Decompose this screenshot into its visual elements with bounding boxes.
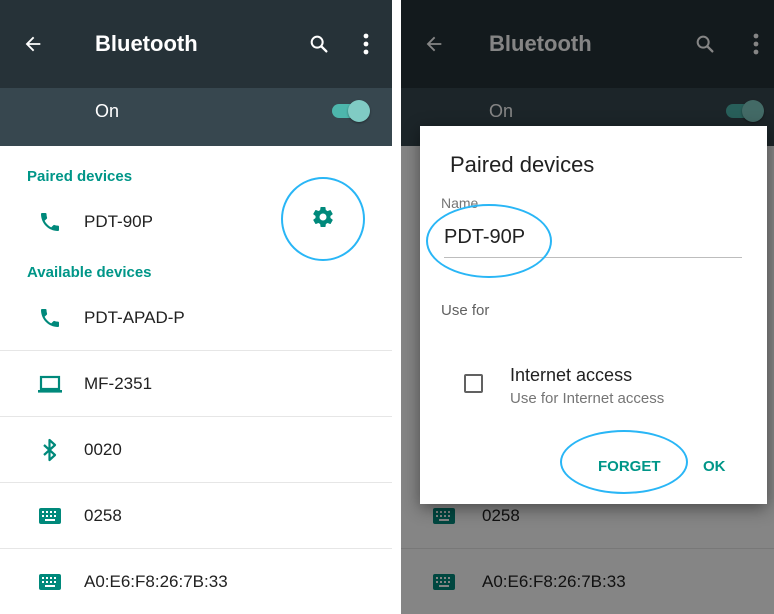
page-title: Bluetooth	[95, 31, 198, 56]
arrow-back-icon[interactable]	[18, 29, 48, 59]
laptop-icon	[36, 370, 64, 398]
keyboard-icon	[36, 502, 64, 530]
available-devices-header: Available devices	[27, 264, 152, 281]
available-device-row[interactable]: A0:E6:F8:26:7B:33	[0, 549, 392, 614]
internet-access-subtitle: Use for Internet access	[510, 390, 665, 407]
phone-icon	[36, 208, 64, 236]
paired-devices-header: Paired devices	[27, 168, 133, 185]
available-device-row[interactable]: 0258	[0, 483, 392, 549]
name-field-label: Name	[441, 195, 479, 211]
internet-access-title[interactable]: Internet access	[510, 365, 632, 386]
internet-access-checkbox[interactable]	[464, 374, 483, 393]
gear-icon[interactable]	[306, 200, 340, 234]
available-device-row[interactable]: PDT-APAD-P	[0, 285, 392, 351]
bluetooth-toggle[interactable]	[330, 100, 370, 122]
device-name: A0:E6:F8:26:7B:33	[84, 571, 228, 591]
bluetooth-icon	[36, 436, 64, 464]
bluetooth-settings-screen: Bluetooth On Paired devices PDT-90P Avai…	[0, 0, 392, 614]
toggle-thumb	[348, 100, 370, 122]
ok-button[interactable]: OK	[703, 458, 726, 475]
use-for-label: Use for	[441, 302, 490, 319]
device-name: MF-2351	[84, 373, 153, 393]
app-toolbar: Bluetooth	[0, 0, 392, 88]
forget-button[interactable]: FORGET	[598, 458, 661, 475]
available-device-row[interactable]: MF-2351	[0, 351, 392, 417]
device-name-input[interactable]: PDT-90P	[444, 222, 742, 258]
switch-label: On	[95, 101, 120, 121]
available-device-row[interactable]: 0020	[0, 417, 392, 483]
search-icon[interactable]	[306, 31, 332, 57]
paired-device-dialog: Paired devices Name PDT-90P Use for Inte…	[420, 126, 767, 504]
phone-icon	[36, 304, 64, 332]
device-name: 0258	[84, 505, 122, 525]
dialog-title: Paired devices	[450, 152, 595, 177]
keyboard-icon	[36, 568, 64, 596]
more-vert-icon[interactable]	[356, 31, 376, 57]
device-name: PDT-APAD-P	[84, 307, 185, 327]
device-name: 0020	[84, 439, 122, 459]
paired-device-dialog-screen: Bluetooth On 0258 A0:E6:F8:26:7B:33 Pair…	[401, 0, 774, 614]
device-name: PDT-90P	[84, 212, 153, 231]
